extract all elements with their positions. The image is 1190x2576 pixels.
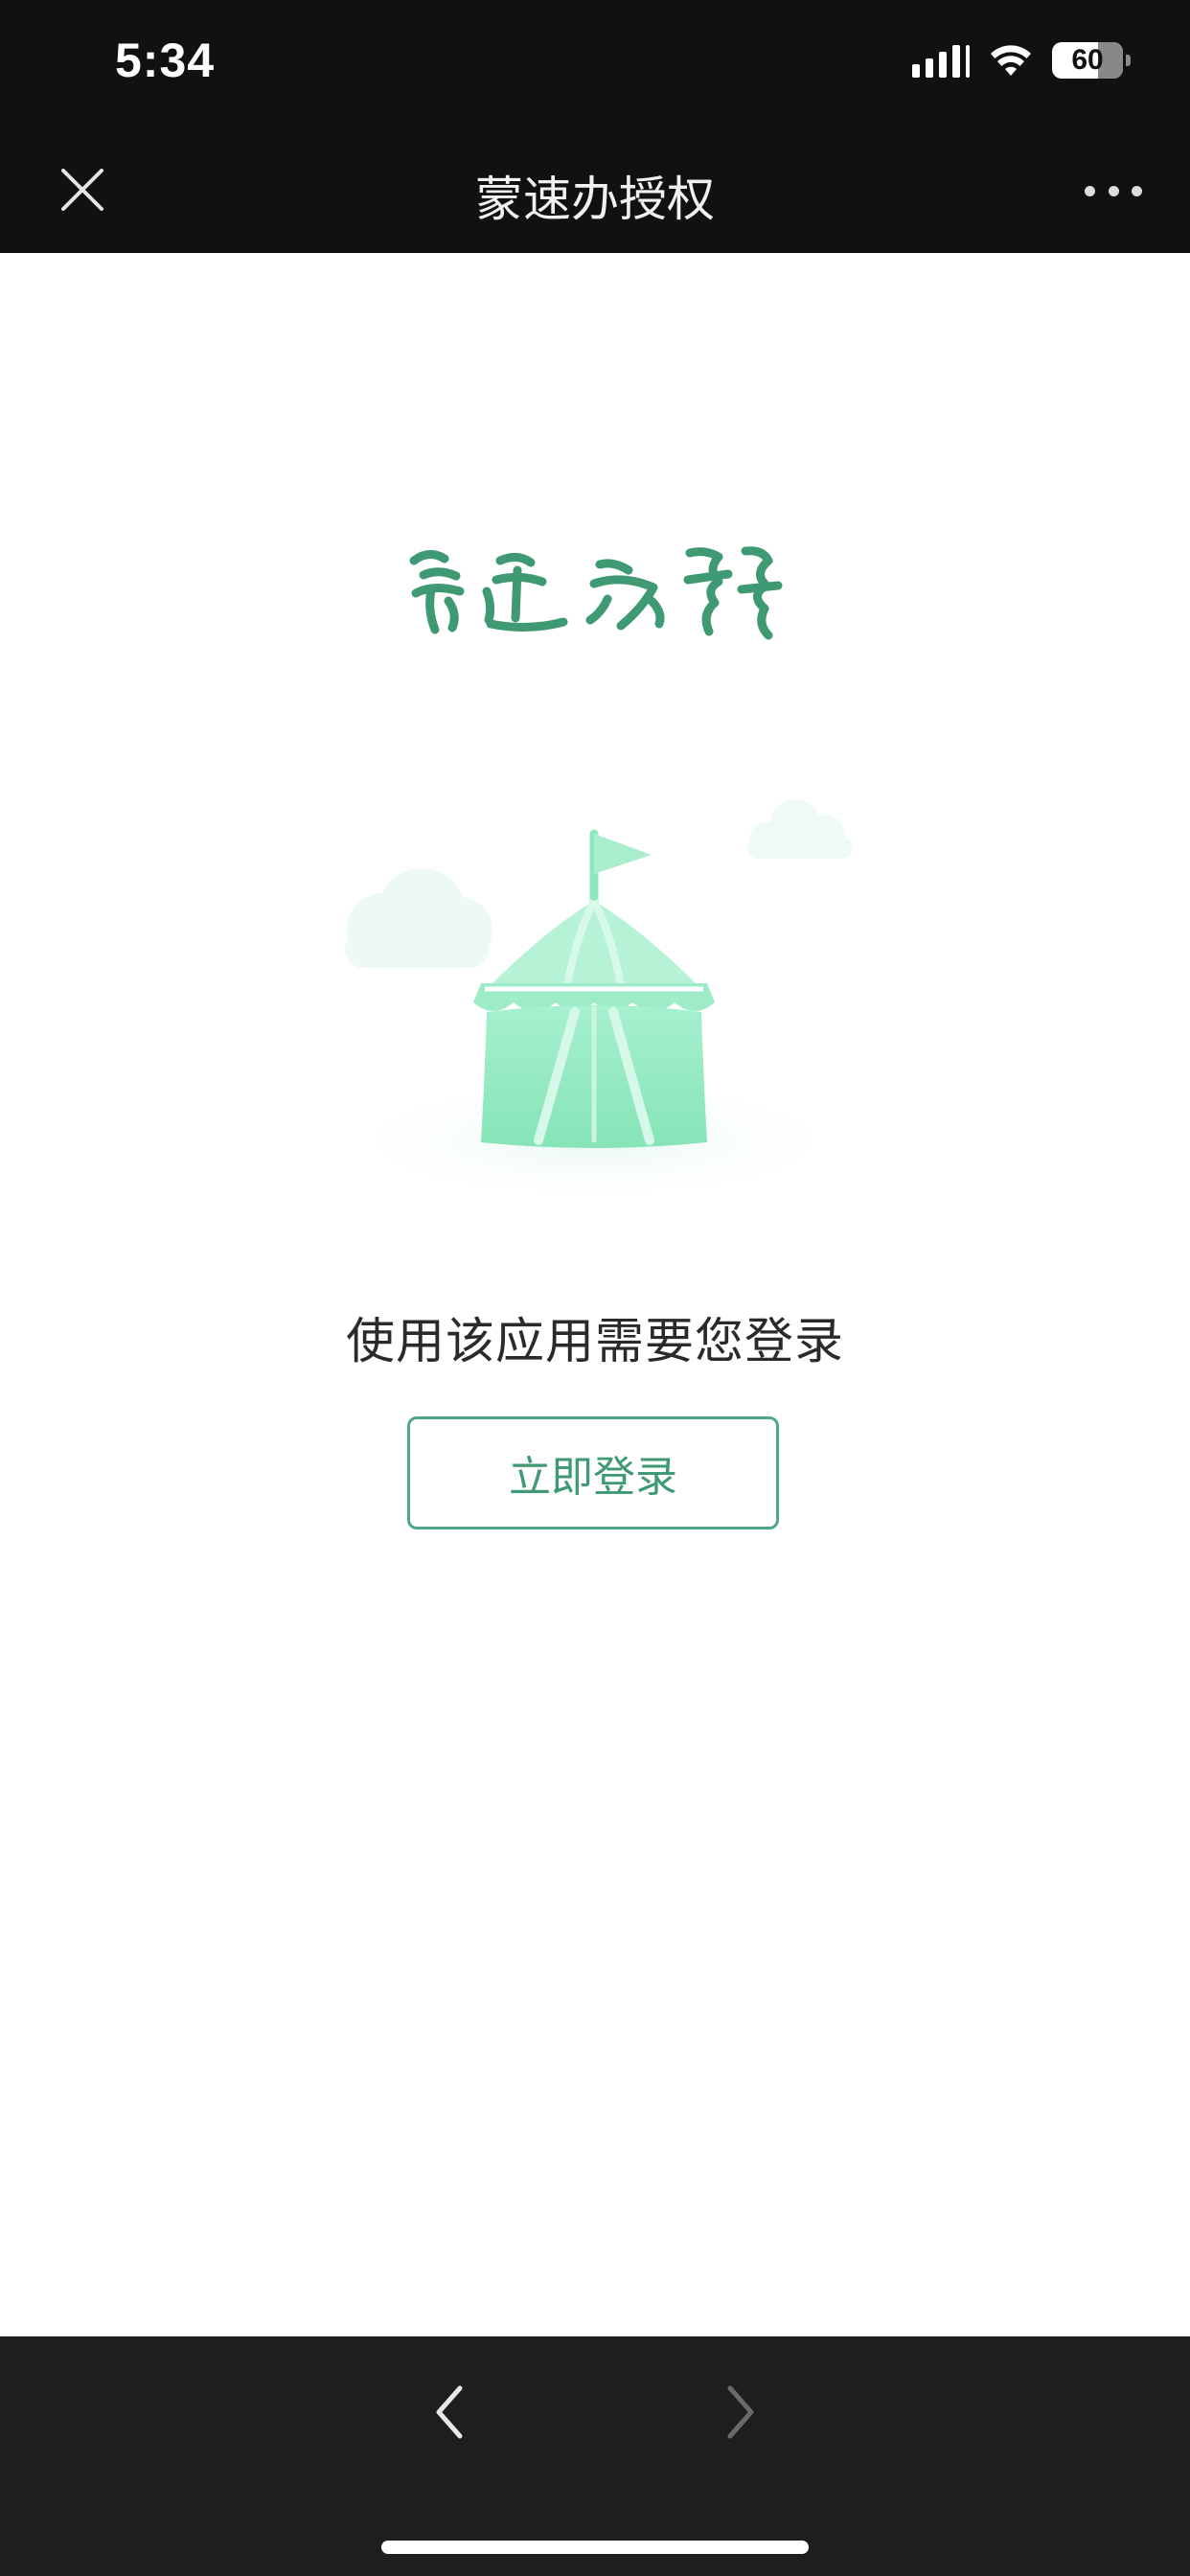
wifi-icon [991, 45, 1031, 76]
bottom-toolbar [0, 2336, 1190, 2576]
mongolian-logo [409, 546, 783, 640]
login-button[interactable]: 立即登录 [407, 1416, 779, 1530]
status-time: 5:34 [115, 34, 216, 87]
status-bar: 5:34 60 [0, 0, 1190, 126]
nav-bar: 蒙速办授权 [0, 126, 1190, 253]
chevron-right-icon[interactable] [711, 2379, 768, 2446]
battery-level: 60 [1071, 44, 1104, 76]
page-title: 蒙速办授权 [475, 172, 715, 227]
home-indicator[interactable] [381, 2541, 809, 2554]
login-message: 使用该应用需要您登录 [345, 1314, 844, 1370]
chevron-left-icon[interactable] [422, 2379, 479, 2446]
status-icons: 60 [912, 42, 1131, 79]
more-icon[interactable] [1085, 176, 1142, 205]
signal-icon [912, 43, 970, 78]
battery-icon: 60 [1052, 42, 1131, 79]
tent-illustration [316, 799, 872, 1208]
